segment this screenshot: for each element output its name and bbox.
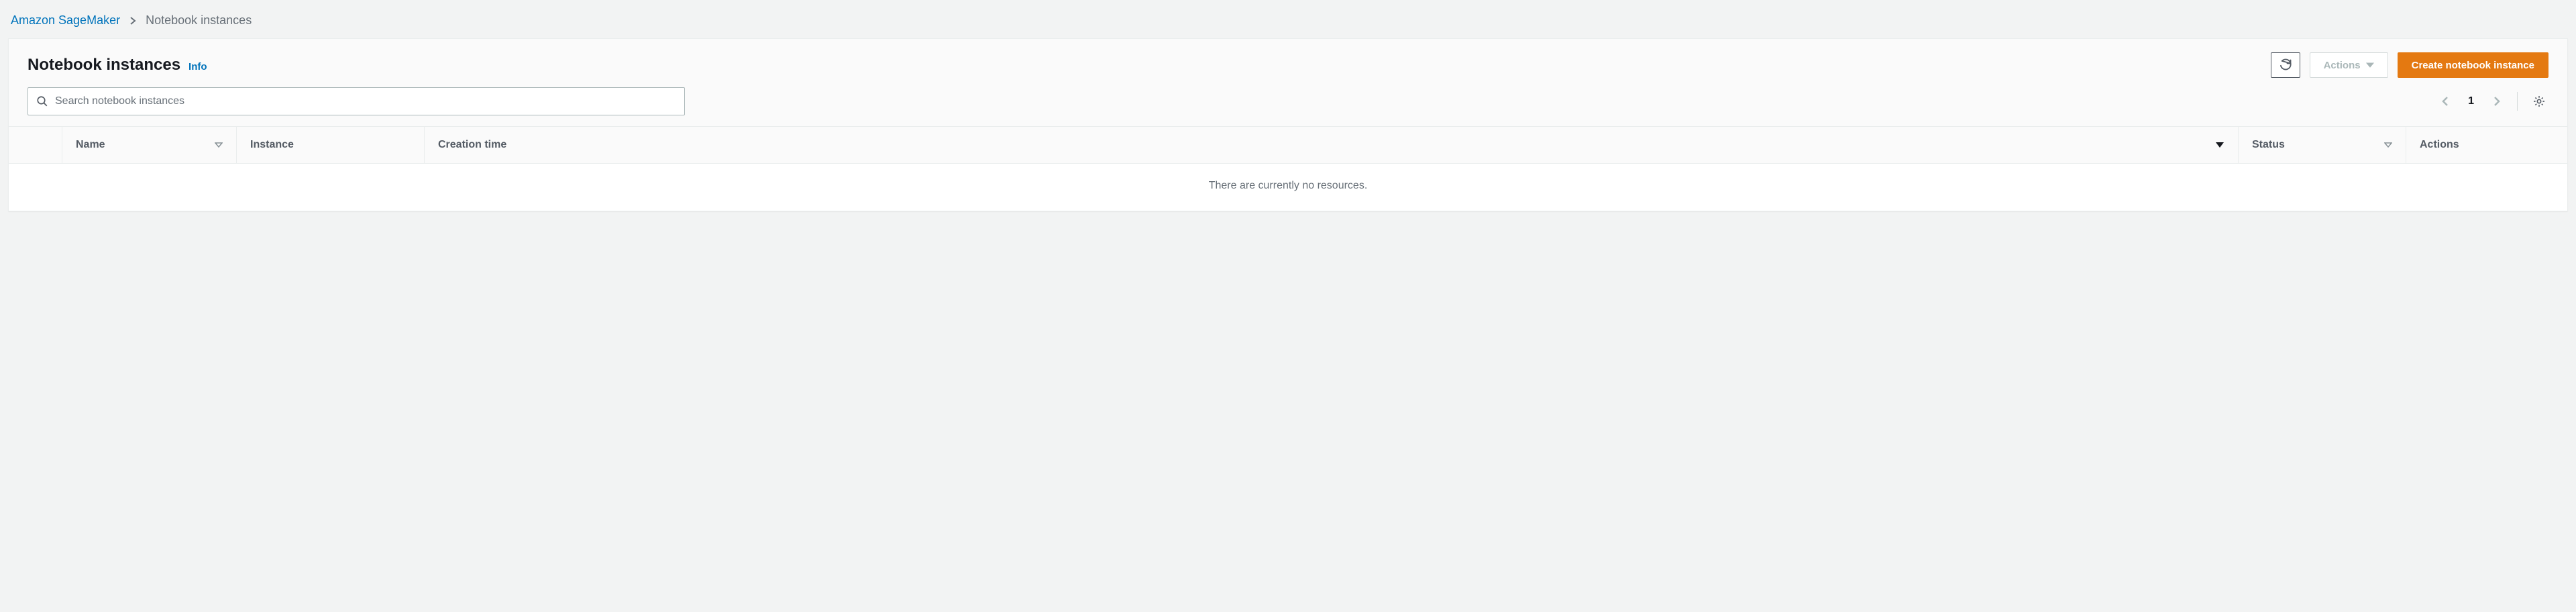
caret-down-icon <box>2366 62 2374 68</box>
sort-icon <box>215 142 223 148</box>
settings-button[interactable] <box>2530 92 2548 111</box>
notebook-instances-table: Name Instance Creation time Status <box>9 127 2567 211</box>
sort-icon <box>2384 142 2392 148</box>
select-all-column <box>9 127 62 163</box>
search-icon <box>36 95 48 107</box>
notebook-instances-panel: Notebook instances Info Actions <box>8 38 2568 211</box>
header-actions: Actions Create notebook instance <box>2271 52 2548 78</box>
table-empty-state: There are currently no resources. <box>9 164 2567 211</box>
create-notebook-instance-button[interactable]: Create notebook instance <box>2398 52 2548 78</box>
page-title: Notebook instances <box>28 56 180 74</box>
column-header-name[interactable]: Name <box>62 127 237 163</box>
actions-dropdown-label: Actions <box>2324 60 2361 71</box>
chevron-left-icon <box>2441 95 2449 107</box>
column-header-status-label: Status <box>2252 139 2285 151</box>
page-number: 1 <box>2465 95 2477 107</box>
breadcrumb-current: Notebook instances <box>146 13 252 28</box>
column-header-actions-label: Actions <box>2420 139 2459 151</box>
column-header-instance-label: Instance <box>250 139 294 151</box>
prev-page-button[interactable] <box>2437 93 2453 109</box>
breadcrumb-root-link[interactable]: Amazon SageMaker <box>11 13 120 28</box>
refresh-icon <box>2279 58 2292 72</box>
column-header-name-label: Name <box>76 139 105 151</box>
search-box[interactable] <box>28 87 685 115</box>
panel-header: Notebook instances Info Actions <box>9 39 2567 127</box>
actions-dropdown-button[interactable]: Actions <box>2310 52 2388 78</box>
search-input[interactable] <box>55 95 676 107</box>
column-header-creation-time-label: Creation time <box>438 139 506 151</box>
column-header-status[interactable]: Status <box>2239 127 2406 163</box>
column-header-actions: Actions <box>2406 127 2567 163</box>
info-link[interactable]: Info <box>189 61 207 72</box>
breadcrumb: Amazon SageMaker Notebook instances <box>8 13 2568 38</box>
column-header-creation-time[interactable]: Creation time <box>425 127 2239 163</box>
divider <box>2517 92 2518 111</box>
create-notebook-instance-label: Create notebook instance <box>2412 60 2534 71</box>
chevron-right-icon <box>2493 95 2501 107</box>
pagination: 1 <box>2437 92 2548 111</box>
gear-icon <box>2532 95 2546 108</box>
table-header-row: Name Instance Creation time Status <box>9 127 2567 164</box>
sort-active-desc-icon <box>2215 141 2224 149</box>
column-header-instance[interactable]: Instance <box>237 127 425 163</box>
refresh-button[interactable] <box>2271 52 2300 78</box>
next-page-button[interactable] <box>2489 93 2505 109</box>
chevron-right-icon <box>129 16 136 26</box>
